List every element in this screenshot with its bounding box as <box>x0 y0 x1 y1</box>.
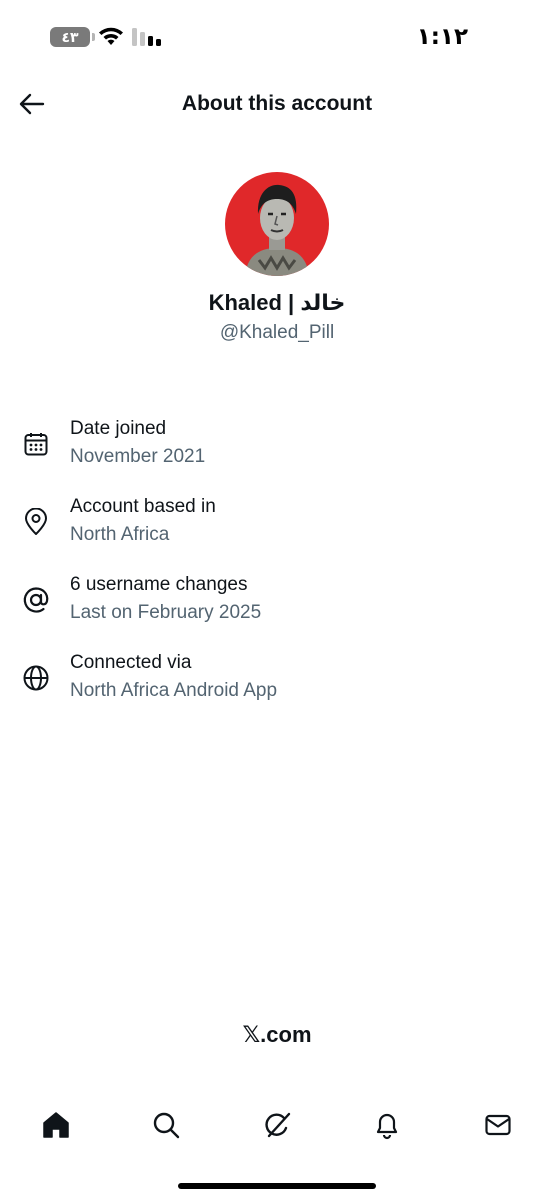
username-changes-row: 6 username changes Last on February 2025 <box>0 566 554 644</box>
display-name: Khaled | خالد <box>208 290 346 315</box>
info-subtitle: North Africa <box>70 524 170 545</box>
nav-search[interactable] <box>146 1105 186 1145</box>
calendar-icon <box>20 428 52 460</box>
bell-icon <box>376 1113 398 1140</box>
info-title: Connected via <box>70 652 192 673</box>
location-pin-icon <box>20 506 52 538</box>
battery-level: ٤٣ <box>61 28 79 45</box>
wifi-icon <box>99 27 123 45</box>
info-title: Date joined <box>70 418 167 439</box>
info-subtitle: November 2021 <box>70 446 206 467</box>
nav-home[interactable] <box>36 1105 76 1145</box>
account-based-row: Account based in North Africa <box>0 488 554 566</box>
nav-grok[interactable] <box>257 1105 297 1145</box>
signal-icon <box>132 28 161 46</box>
battery-indicator: ٤٣ <box>50 27 95 47</box>
home-icon <box>43 1112 69 1138</box>
at-sign-icon <box>20 584 52 616</box>
info-subtitle: Last on February 2025 <box>70 602 262 623</box>
info-title: Account based in <box>70 496 216 517</box>
profile-photo <box>225 172 329 276</box>
nav-notifications[interactable] <box>367 1105 407 1145</box>
connected-via-row: Connected via North Africa Android App <box>0 644 554 722</box>
nav-messages[interactable] <box>478 1105 518 1145</box>
user-handle: @Khaled_Pill <box>219 322 335 343</box>
search-icon <box>153 1112 180 1139</box>
home-indicator[interactable] <box>178 1183 376 1189</box>
page-header: About this account <box>0 72 554 138</box>
avatar[interactable] <box>225 172 329 276</box>
date-joined-row: Date joined November 2021 <box>0 410 554 488</box>
x-com-link[interactable]: 𝕏.com <box>0 1022 554 1048</box>
info-title: 6 username changes <box>70 574 248 595</box>
account-info-list: Date joined November 2021 Account based … <box>0 410 554 722</box>
status-bar: ٤٣ ١:١٢ <box>0 0 554 70</box>
globe-icon <box>20 662 52 694</box>
bottom-nav <box>0 1095 554 1155</box>
grok-icon <box>265 1112 291 1138</box>
info-subtitle: North Africa Android App <box>70 680 278 701</box>
page-title: About this account <box>181 92 373 115</box>
mail-icon <box>485 1114 511 1136</box>
status-time: ١:١٢ <box>416 24 468 50</box>
